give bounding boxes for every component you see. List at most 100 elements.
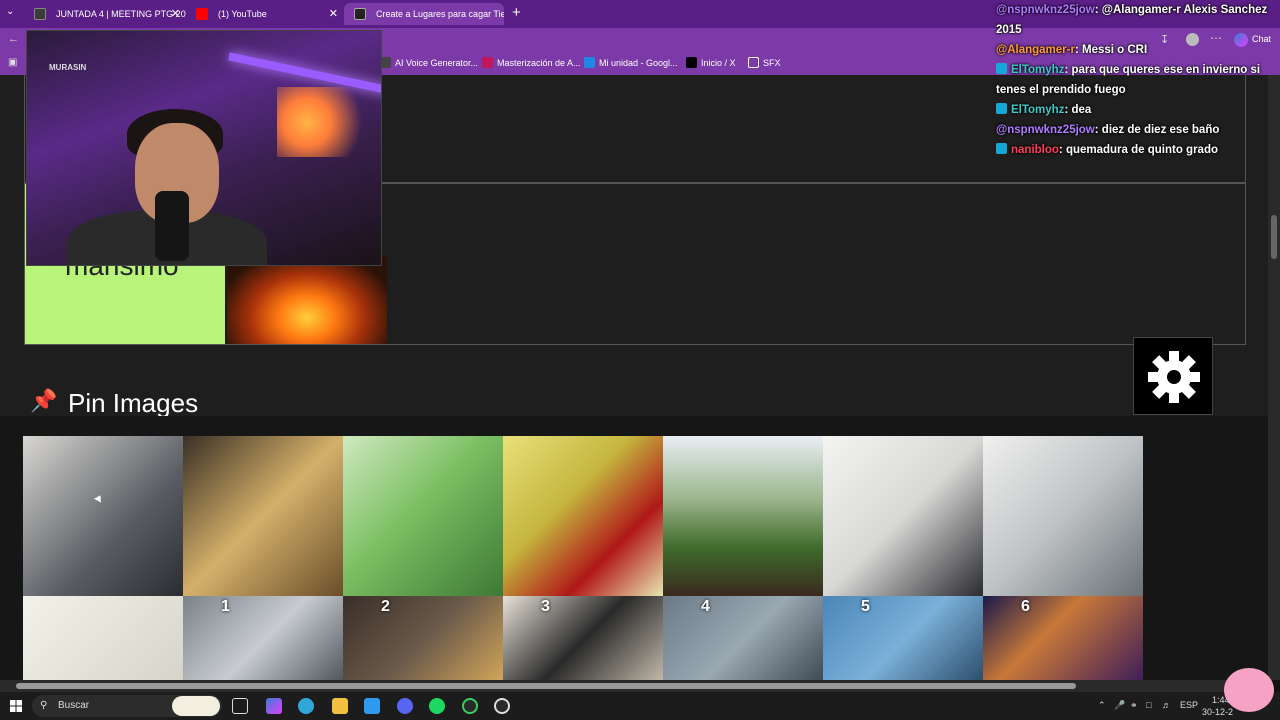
pin-image-thumbnail[interactable]: 5 [823,596,983,686]
chat-message: @nspnwknz25jow: diez de diez ese baño [996,120,1268,140]
edge-icon[interactable] [298,698,314,714]
webcam-overlay: MURASIN [26,30,382,266]
kirby-overlay-image [1224,668,1274,712]
pin-image-thumbnail[interactable] [23,596,183,686]
network-icon[interactable]: □ [1146,700,1151,710]
new-tab-plus-icon[interactable]: + [512,4,521,21]
pushpin-icon: 📌 [30,388,58,413]
close-icon[interactable]: ✕ [171,3,180,25]
language-indicator[interactable]: ESP [1180,700,1198,710]
pin-image-thumbnail[interactable] [23,436,183,596]
chat-text: : dea [1064,104,1092,116]
masterizacion-icon [482,57,493,68]
search-icon: ⚲ [40,700,48,711]
clock-date[interactable]: 30-12-2 [1202,707,1233,717]
pin-image-thumbnail[interactable]: 4 [663,596,823,686]
chat-text: : Messi o CRI [1074,44,1148,56]
tab-youtube[interactable]: (1) YouTube ✕ [186,3,344,25]
headset-icon[interactable]: ⚭ [1130,700,1138,711]
microphone-icon[interactable]: 🎤 [1114,700,1125,711]
chat-username: @nspnwknz25jow [996,4,1095,16]
pin-image-thumbnail[interactable] [983,436,1143,596]
close-icon[interactable]: ✕ [329,3,338,25]
copilot-taskbar-icon[interactable] [266,698,282,714]
bookmark-icon[interactable]: ▣ [8,57,17,68]
chat-username: @Alangamer-r [996,44,1075,56]
scroll-thumb[interactable] [16,683,1076,689]
thumbnail-number: 3 [541,598,550,615]
shelf-lights [277,87,377,157]
pin-image-thumbnail[interactable]: 1 [183,596,343,686]
taskbar-search[interactable]: ⚲ Buscar [32,695,222,717]
bookmark-ai-voice[interactable]: AI Voice Generator... [380,57,478,68]
vertical-scrollbar[interactable] [1268,75,1280,680]
tier-item-image[interactable] [227,256,387,344]
windows-start-icon[interactable] [10,699,22,712]
chat-username: ElTomyhz [1011,64,1065,76]
pin-image-thumbnail[interactable] [343,436,503,596]
thumbnail-number: 1 [221,598,230,615]
spotify-icon[interactable] [429,698,445,714]
horizontal-scrollbar[interactable] [0,680,1268,692]
volume-icon[interactable]: ♬ [1162,700,1171,710]
gear-icon [1148,351,1200,403]
youtube-icon [196,8,208,20]
search-placeholder: Buscar [58,700,90,711]
pin-image-thumbnail[interactable]: 2 [343,596,503,686]
pin-image-thumbnail[interactable] [663,436,823,596]
pin-image-thumbnail[interactable]: 6 [983,596,1143,686]
tray-chevron-icon[interactable]: ⌃ [1098,700,1106,711]
folder-icon [748,57,759,68]
tab-label: JUNTADA 4 | MEETING PTG 2026 [56,9,186,19]
tab-juntada[interactable]: JUNTADA 4 | MEETING PTG 2026 ✕ [24,3,186,25]
bookmark-sfx[interactable]: SFX [748,57,781,68]
bookmark-google-drive[interactable]: Mi unidad - Googl... [584,57,678,68]
bookmark-masterizacion[interactable]: Masterización de A... [482,57,581,68]
thumbnail-number: 5 [861,598,870,615]
microphone [155,191,189,261]
tab-label: Create a Lugares para cagar Tier L [376,9,504,19]
app-icon[interactable] [462,698,478,714]
bookmark-label: Masterización de A... [497,58,581,68]
pin-image-thumbnail[interactable] [503,436,663,596]
chat-message: @Alangamer-r: Messi o CRI [996,40,1268,60]
thumbnail-number: 6 [1021,598,1030,615]
chat-username: ElTomyhz [1011,104,1065,116]
pin-images-area: 1 2 3 4 5 6 [0,416,1268,686]
chat-username: nanibloo [1011,144,1059,156]
store-icon[interactable] [364,698,380,714]
tab-tiermaker[interactable]: Create a Lugares para cagar Tier L [344,3,504,25]
back-arrow-icon[interactable]: ← [8,33,19,45]
bookmark-label: Mi unidad - Googl... [599,58,678,68]
chair-logo: MURASIN [49,63,87,72]
prime-badge-icon [996,63,1007,74]
chat-message: ElTomyhz: dea [996,100,1268,120]
chat-username: @nspnwknz25jow [996,124,1095,136]
task-view-icon[interactable] [232,698,248,714]
thumbnail-number: 2 [381,598,390,615]
search-highlight-image [172,696,220,716]
pin-image-thumbnail[interactable]: 3 [503,596,663,686]
google-drive-icon [584,57,595,68]
file-explorer-icon[interactable] [332,698,348,714]
x-logo-icon [686,57,697,68]
bookmark-label: Inicio / X [701,58,736,68]
chat-text: : quemadura de quinto grado [1058,144,1219,156]
prime-badge-icon [996,143,1007,154]
taskbar: ⚲ Buscar ⌃ 🎤 ⚭ □ ♬ ESP 1:44 30-12-2 [0,692,1280,720]
tiermaker-icon [354,8,366,20]
chat-message: @nspnwknz25jow: @Alangamer-r Alexis Sanc… [996,0,1268,40]
settings-button[interactable] [1133,337,1213,415]
notion-icon [34,8,46,20]
obs-icon[interactable] [494,698,510,714]
pin-images-heading: Pin Images [68,388,199,418]
tab-search-chevron-icon[interactable]: ⌄ [6,6,14,17]
bookmark-label: SFX [763,58,781,68]
bookmark-label: AI Voice Generator... [395,58,479,68]
bookmark-x[interactable]: Inicio / X [686,57,736,68]
pin-image-thumbnail[interactable] [183,436,343,596]
pin-image-thumbnail[interactable] [823,436,983,596]
discord-icon[interactable] [397,698,413,714]
chat-message: nanibloo: quemadura de quinto grado [996,140,1268,160]
scroll-thumb[interactable] [1271,215,1277,259]
